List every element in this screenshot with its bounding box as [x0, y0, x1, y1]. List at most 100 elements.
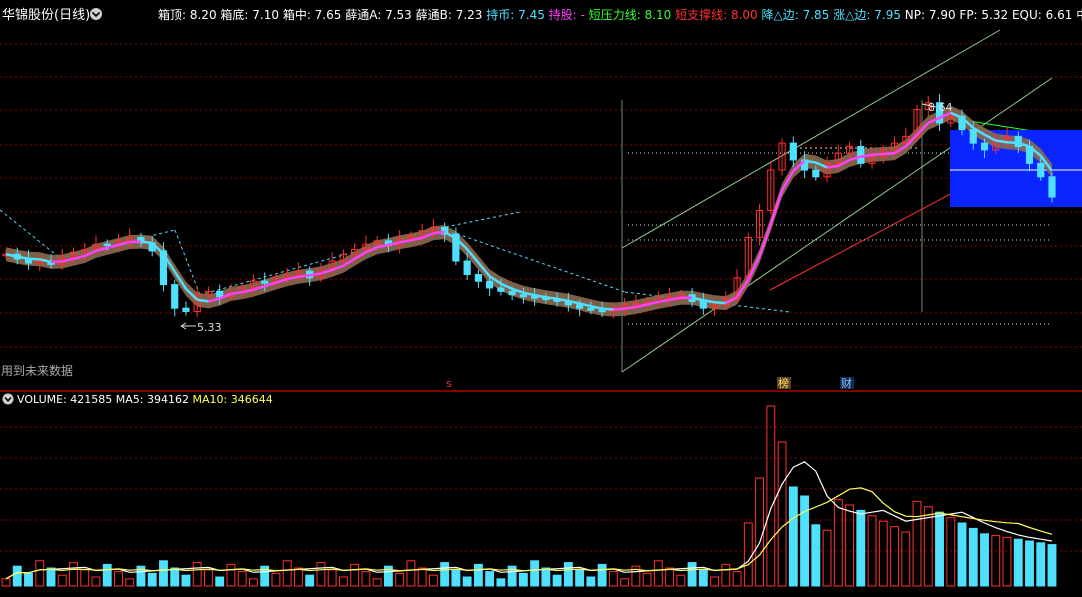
- low-price-label: 5.33: [197, 321, 222, 334]
- candle-body: [262, 281, 268, 283]
- marker-cai[interactable]: 财: [841, 376, 852, 390]
- volume-bar: [182, 575, 190, 586]
- param-label-10: 涨△边:: [833, 7, 874, 22]
- param-value-0: 8.20: [190, 8, 217, 22]
- param-value-10: 7.95: [874, 8, 901, 22]
- volume-bar: [407, 561, 415, 586]
- volume-bar: [733, 572, 741, 586]
- ma-segment: [771, 190, 782, 224]
- indicator-params: 箱顶: 8.20 箱底: 7.10 箱中: 7.65 薛通A: 7.53 薛通B…: [158, 7, 1082, 22]
- volume-bar: [362, 572, 370, 586]
- param-value-9: 7.85: [803, 8, 830, 22]
- volume-bar: [542, 568, 550, 586]
- volume-bar: [227, 564, 235, 586]
- param-value-8: 8.00: [731, 8, 758, 22]
- volume-bar: [677, 575, 685, 586]
- volume-grid: [0, 427, 1082, 551]
- marker-bang[interactable]: 榜: [778, 376, 789, 390]
- candle-body: [1038, 163, 1044, 176]
- high-price-label: 8.64: [928, 101, 953, 114]
- volume-value: VOLUME: 421585: [17, 393, 112, 406]
- volume-bar: [47, 568, 55, 586]
- volume-bar: [879, 521, 887, 586]
- ma-segment: [996, 141, 1007, 143]
- ma10-value: MA10: 346644: [192, 393, 272, 406]
- volume-bar: [947, 518, 955, 586]
- volume-bar: [902, 532, 910, 586]
- volume-bar: [205, 570, 213, 586]
- param-label-4: 薛通B:: [416, 8, 456, 22]
- param-label-8: 短支撑线:: [675, 7, 731, 22]
- volume-bar: [1014, 539, 1022, 586]
- ma-segment: [883, 153, 894, 154]
- volume-dropdown-icon[interactable]: [3, 394, 14, 405]
- volume-bar: [25, 573, 33, 586]
- volume-bar: [857, 510, 865, 586]
- volume-bar: [756, 478, 764, 586]
- ma-segment: [613, 309, 624, 310]
- volume-bar: [981, 534, 989, 586]
- param-value-12: 5.32: [981, 8, 1008, 22]
- candle-body: [813, 170, 819, 177]
- volume-bar: [294, 568, 302, 586]
- ma-segment: [805, 161, 816, 163]
- volume-bar: [339, 577, 347, 586]
- volume-bar: [216, 577, 224, 586]
- volume-bar: [81, 570, 89, 586]
- stock-chart-window: 华锦股份(日线) 箱顶: 8.20 箱底: 7.10 箱中: 7.65 薛通A:…: [0, 0, 1082, 593]
- candle-body: [790, 143, 796, 160]
- low-pointer: [181, 323, 196, 329]
- volume-bar: [722, 564, 730, 586]
- ma-segment: [28, 259, 39, 260]
- volume-bar: [789, 487, 797, 586]
- volume-bar: [328, 570, 336, 586]
- stock-title: 华锦股份(日线): [2, 8, 90, 23]
- volume-bar: [958, 523, 966, 586]
- param-label-1: 箱底:: [220, 7, 252, 22]
- volume-bar: [992, 536, 1000, 586]
- volume-bar: [70, 563, 78, 586]
- candle-body: [475, 274, 481, 281]
- ma-segment: [1007, 142, 1018, 143]
- volume-bar: [193, 563, 201, 586]
- ma-segment: [625, 307, 636, 309]
- candle-body: [588, 308, 594, 310]
- volume-bar: [924, 507, 932, 586]
- title-dropdown-icon[interactable]: [90, 8, 102, 20]
- param-label-6: 持股:: [549, 7, 581, 22]
- volume-bar: [598, 564, 606, 586]
- volume-bar: [171, 568, 179, 586]
- volume-bar: [1026, 541, 1034, 586]
- volume-bar: [474, 564, 482, 586]
- volume-bar: [688, 563, 696, 586]
- ma-segment: [433, 232, 444, 233]
- candle-body: [599, 310, 605, 312]
- volume-bar: [115, 572, 123, 586]
- volume-bar: [92, 577, 100, 586]
- ma-segment: [872, 154, 883, 155]
- volume-bar: [868, 516, 876, 586]
- volume-bar: [452, 570, 460, 586]
- header-bar: 华锦股份(日线) 箱顶: 8.20 箱底: 7.10 箱中: 7.65 薛通A:…: [2, 7, 1082, 23]
- volume-bar: [418, 568, 426, 586]
- marker-s[interactable]: s: [446, 377, 452, 390]
- volume-bar: [441, 563, 449, 586]
- overlay-line: [440, 228, 625, 292]
- volume-bar: [13, 566, 21, 586]
- volume-bars: [2, 406, 1056, 586]
- volume-bar: [1048, 545, 1056, 586]
- param-value-2: 7.65: [315, 8, 342, 22]
- volume-bar: [396, 573, 404, 586]
- param-value-13: 6.61: [1046, 8, 1073, 22]
- candle-body: [858, 146, 864, 163]
- candle-body: [183, 308, 189, 311]
- ma-segment: [197, 300, 208, 302]
- kline-chart[interactable]: 华锦股份(日线) 箱顶: 8.20 箱底: 7.10 箱中: 7.65 薛通A:…: [0, 0, 1082, 593]
- candle-body: [1049, 177, 1055, 197]
- ma-segment: [602, 309, 613, 310]
- param-value-11: 7.90: [929, 8, 956, 22]
- candle-body: [981, 143, 987, 150]
- candle-body: [217, 291, 223, 296]
- volume-bar: [486, 572, 494, 586]
- volume-bar: [823, 530, 831, 586]
